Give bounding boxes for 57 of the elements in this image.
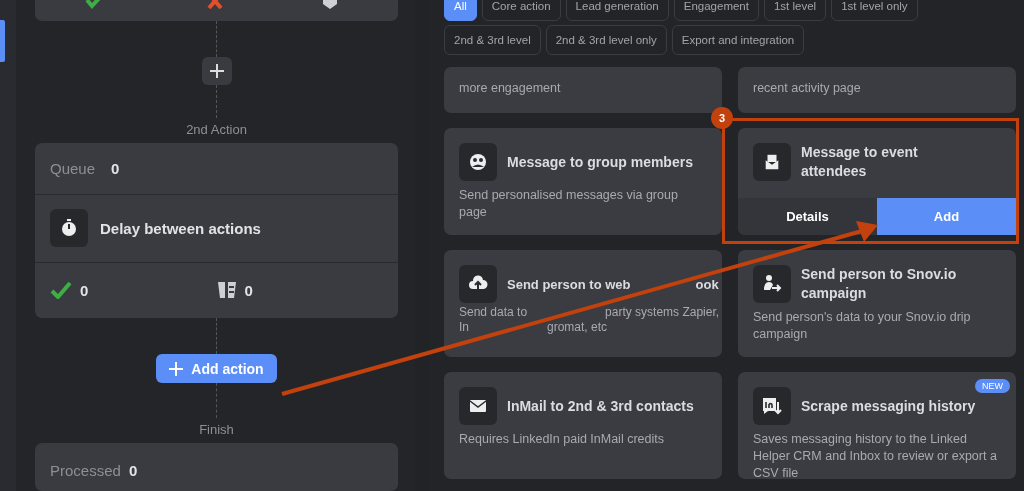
action-card[interactable]: Send person to Snov.io campaign Send person's data to your Snov.io drip campaign xyxy=(738,250,1016,357)
action-title: Message to event attendees xyxy=(801,143,919,181)
action-card[interactable]: Message to group members Send personalised messages via group page xyxy=(444,128,722,235)
envelope-icon xyxy=(459,387,497,425)
action-title: Message to group members xyxy=(507,152,693,172)
action-title: InMail to 2nd & 3rd contacts xyxy=(507,396,694,416)
filter-chip[interactable]: 1st level only xyxy=(831,0,918,21)
filter-chip[interactable]: Core action xyxy=(481,0,561,21)
action-description: recent activity page xyxy=(753,80,862,97)
action-description: Send data to xyxy=(459,305,528,320)
filter-chip[interactable]: Lead generation xyxy=(565,0,669,21)
action-title: Send person to web xyxy=(507,275,631,294)
finish-label: Finish xyxy=(199,421,234,437)
action-description: Requires LinkedIn paid InMail credits xyxy=(459,431,665,448)
action-card[interactable]: Send person to web ook Send data to party systems Zapier, In gromat, etc xyxy=(444,250,722,357)
filter-chip[interactable]: 2nd & 3rd level xyxy=(444,25,541,55)
action-description: Saves messaging history to the Linked Helper CRM and Inbox to review or export a CSV file xyxy=(753,431,998,482)
new-badge: NEW xyxy=(975,379,1010,393)
success-count: 0 xyxy=(80,281,89,299)
action-card[interactable]: NEW Scrape messaging history Saves messaging history to the Linked Helper CRM and Inbox to review or export a CSV file xyxy=(738,372,1016,479)
action-description: Send person's data to your Snov.io drip campaign xyxy=(753,309,972,343)
queue-label: Queue xyxy=(50,159,96,177)
filter-chip[interactable]: 1st level xyxy=(763,0,827,21)
processed-label: Processed xyxy=(50,462,121,480)
plus-icon xyxy=(208,62,225,79)
filter-chip[interactable]: Export and integration xyxy=(671,25,805,55)
skipped-count: 0 xyxy=(244,281,253,299)
filter-chip[interactable]: 2nd & 3rd level only xyxy=(545,25,667,55)
action-title: Scrape messaging history xyxy=(801,396,976,416)
sidebar-indicator xyxy=(0,20,5,62)
cross-icon xyxy=(207,0,223,10)
step-badge: 3 xyxy=(711,107,733,129)
action-card[interactable]: more engagement xyxy=(444,67,722,113)
queue-count: 0 xyxy=(111,159,120,177)
details-button[interactable]: Details xyxy=(738,198,877,235)
check-icon xyxy=(50,281,72,300)
action-card[interactable]: recent activity page xyxy=(738,67,1016,113)
action-description: gromat, etc xyxy=(547,320,608,335)
action-card[interactable]: InMail to 2nd & 3rd contacts Requires LinkedIn paid InMail credits xyxy=(444,372,722,479)
action-title: ook xyxy=(695,275,719,294)
action-description: more engagement xyxy=(459,80,562,97)
action-description: party systems Zapier, xyxy=(605,305,720,320)
add-step-button[interactable] xyxy=(201,56,232,86)
stopwatch-icon xyxy=(50,209,88,248)
download-icon xyxy=(753,387,791,425)
cloud-upload-icon xyxy=(459,265,497,303)
action-description: In xyxy=(459,320,469,335)
plus-icon xyxy=(169,361,184,376)
filter-chip[interactable]: Engagement xyxy=(673,0,759,21)
action-title: Send person to Snov.io campaign xyxy=(801,265,958,303)
action-title: Delay between actions xyxy=(100,219,261,237)
action-description: Send personalised messages via group page xyxy=(459,187,679,221)
envelope-icon xyxy=(753,143,791,181)
action-card[interactable]: Message to event attendees Details Add xyxy=(738,128,1016,235)
person-transfer-icon xyxy=(753,265,791,303)
step-label: 2nd Action xyxy=(186,121,247,137)
processed-count: 0 xyxy=(128,462,138,480)
